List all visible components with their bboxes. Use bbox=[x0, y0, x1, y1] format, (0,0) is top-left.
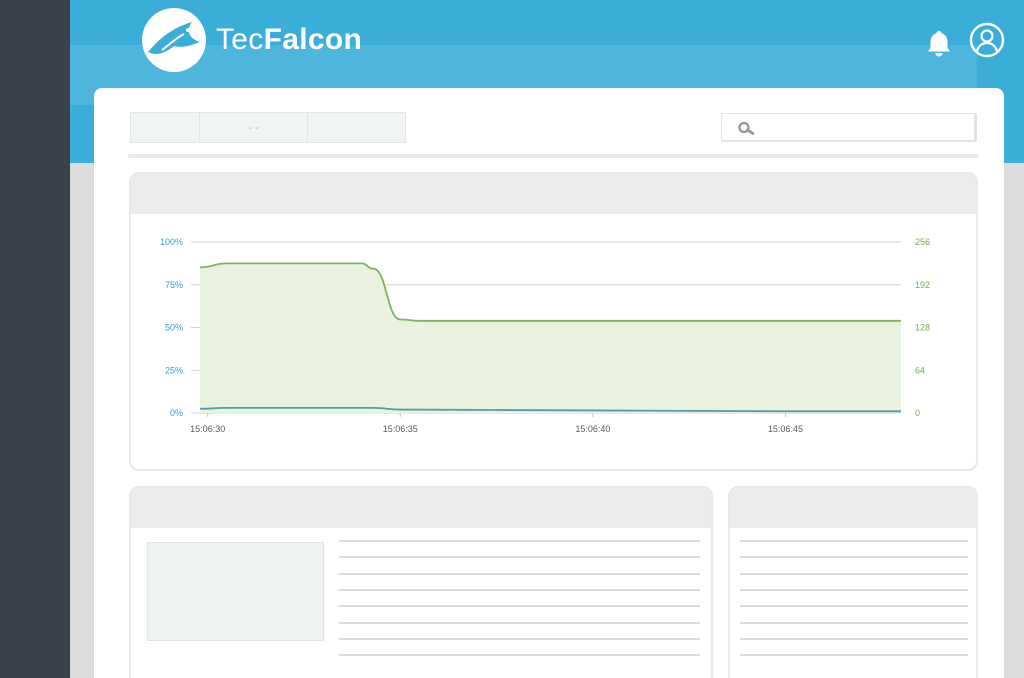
usage-area-chart: 0% 25% 50% 75% 100% 0 64 128 192 256 15:06:30 15:06… bbox=[160, 237, 930, 434]
y-right-tick-label: 64 bbox=[915, 365, 925, 375]
text-line bbox=[740, 588, 968, 591]
text-line bbox=[339, 605, 700, 608]
info-card-header bbox=[131, 488, 711, 528]
text-line bbox=[740, 605, 968, 608]
text-line bbox=[740, 572, 968, 575]
side-card-header bbox=[730, 488, 976, 528]
y-right-tick-label: 128 bbox=[915, 323, 930, 333]
image-placeholder bbox=[147, 542, 324, 641]
y-left-tick-label: 75% bbox=[165, 280, 183, 290]
tab-2[interactable]: - - bbox=[200, 113, 308, 142]
tab-bar: - - bbox=[130, 112, 406, 143]
falcon-logo-icon bbox=[142, 8, 206, 72]
x-tick-label: 15:06:40 bbox=[575, 424, 610, 434]
text-line bbox=[740, 654, 968, 657]
tab-1[interactable] bbox=[131, 113, 200, 142]
y-right-tick-label: 256 bbox=[915, 237, 930, 247]
x-tick-label: 15:06:45 bbox=[768, 424, 803, 434]
side-card bbox=[728, 486, 978, 678]
text-line bbox=[740, 540, 968, 542]
y-left-tick-label: 0% bbox=[170, 408, 183, 418]
y-right-tick-label: 0 bbox=[915, 408, 920, 418]
text-line bbox=[339, 572, 700, 575]
brand-name-bold: Falcon bbox=[263, 23, 363, 56]
info-card bbox=[129, 486, 713, 678]
y-right-tick-label: 192 bbox=[915, 280, 930, 290]
chart-card: 0% 25% 50% 75% 100% 0 64 128 192 256 15:06:30 15:06… bbox=[129, 172, 978, 471]
text-line bbox=[339, 654, 700, 657]
main-panel: - - 0% 25% 50% 75% 100% 0 64 128 192 256 15:06:30 1… bbox=[94, 88, 1004, 678]
text-line bbox=[339, 637, 700, 640]
y-left-tick-label: 50% bbox=[165, 323, 183, 333]
user-profile-icon[interactable] bbox=[969, 22, 1005, 58]
brand[interactable]: TecFalcon bbox=[142, 8, 362, 72]
brand-name-light: Tec bbox=[216, 23, 264, 56]
text-line bbox=[339, 556, 700, 559]
text-line bbox=[740, 621, 968, 624]
y-left-tick-label: 100% bbox=[160, 237, 183, 247]
toolbar-divider bbox=[128, 154, 979, 158]
x-tick-label: 15:06:30 bbox=[190, 424, 225, 434]
text-line bbox=[339, 540, 700, 542]
y-left-tick-label: 25% bbox=[165, 365, 183, 375]
text-line bbox=[339, 621, 700, 624]
bell-icon[interactable] bbox=[925, 28, 953, 58]
x-tick-label: 15:06:35 bbox=[383, 424, 418, 434]
brand-name: TecFalcon bbox=[216, 23, 362, 57]
text-line bbox=[740, 637, 968, 640]
search-icon bbox=[738, 121, 755, 135]
text-line bbox=[740, 556, 968, 559]
tab-3[interactable] bbox=[308, 113, 405, 142]
search-input[interactable] bbox=[721, 113, 977, 142]
left-rail bbox=[0, 0, 70, 678]
series-area-fill bbox=[200, 263, 901, 413]
text-line bbox=[339, 588, 700, 591]
